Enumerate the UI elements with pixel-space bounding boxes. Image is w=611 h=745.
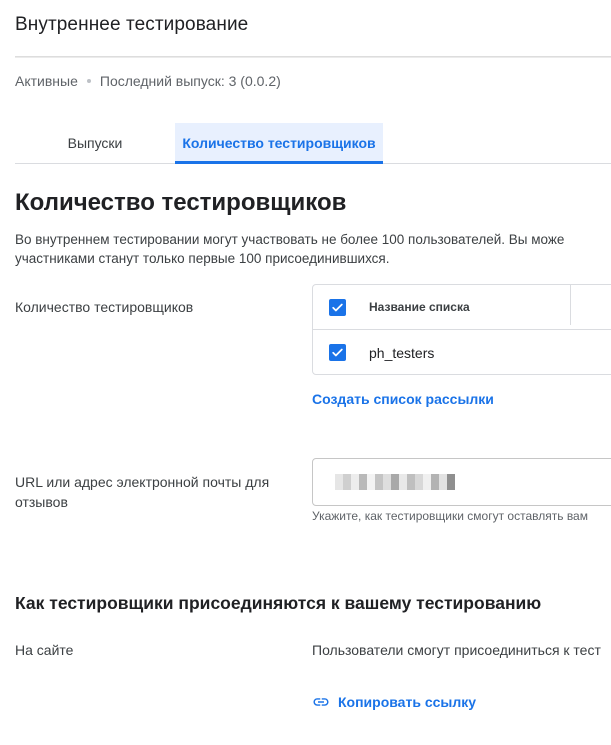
list-name-cell: ph_testers [369,344,435,361]
feedback-url-input[interactable] [312,458,611,506]
page-title: Внутреннее тестирование [15,14,249,35]
join-section-title: Как тестировщики присоединяются к вашему… [15,593,542,613]
status-separator-dot [86,79,91,83]
on-site-description: Пользователи смогут присоединиться к тес… [312,642,601,658]
section-description: Во внутреннем тестировании могут участво… [15,230,611,268]
redacted-value [335,474,455,490]
copy-link-button[interactable]: Копировать ссылку [312,693,476,711]
select-all-checkbox[interactable] [329,298,346,316]
track-status: Активные Последний выпуск: 3 (0.0.2) [15,73,281,89]
table-row: ph_testers [313,330,611,375]
tab-releases[interactable]: Выпуски [43,123,147,163]
column-divider [570,285,571,325]
checkmark-icon [332,303,343,311]
row-checkbox[interactable] [329,344,346,361]
tab-bar: Выпуски Количество тестировщиков [15,123,611,164]
description-line-2: участниками станут только первые 100 при… [15,251,390,266]
link-icon [313,698,329,706]
copy-link-label: Копировать ссылку [338,694,477,710]
on-site-label: На сайте [15,642,74,658]
checkmark-icon [332,348,343,357]
description-line-1: Во внутреннем тестировании могут участво… [15,232,565,247]
section-title: Количество тестировщиков [15,189,347,216]
table-header-row: Название списка [313,285,611,330]
testers-label: Количество тестировщиков [15,299,194,315]
feedback-hint: Укажите, как тестировщики смогут оставля… [312,509,588,523]
page-header: Внутреннее тестирование [0,0,611,58]
create-mailing-list-link[interactable]: Создать список рассылки [312,391,494,407]
feedback-label: URL или адрес электронной почты для отзы… [15,472,269,512]
header-divider [15,56,611,58]
status-state: Активные [15,73,78,89]
feedback-label-line-2: отзывов [15,494,68,510]
status-last-release: Последний выпуск: 3 (0.0.2) [99,73,281,89]
feedback-label-line-1: URL или адрес электронной почты для [15,474,270,490]
tester-lists-table: Название списка ph_testers [312,284,611,375]
tab-testers[interactable]: Количество тестировщиков [175,123,383,164]
column-header-list-name: Название списка [369,300,470,314]
